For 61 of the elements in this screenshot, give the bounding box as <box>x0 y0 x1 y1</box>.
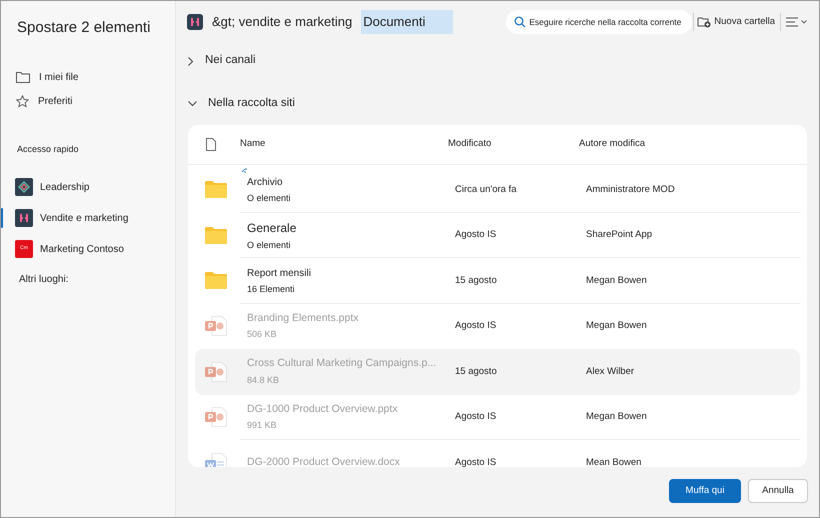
column-header[interactable]: Autore modifica <box>579 137 646 152</box>
table-cell-text: Circa un'ora fa <box>455 182 518 197</box>
presentation-file-icon <box>205 316 227 336</box>
site-item[interactable]: Vendite e marketing <box>15 209 128 227</box>
file-name: Branding Elements.pptx <box>247 310 360 326</box>
breadcrumb-current: Documenti <box>363 13 426 32</box>
star-icon <box>16 94 29 108</box>
presentation-file-icon <box>205 407 227 428</box>
search-icon <box>514 16 526 28</box>
table-cell: Megan Bowen <box>586 319 647 334</box>
search-field[interactable]: Eseguire ricerche nella raccolta corrente <box>506 10 692 34</box>
section-heading: Accesso rapido <box>16 142 80 156</box>
site-logo-icon <box>187 14 203 30</box>
nav-item[interactable]: I miei file <box>16 70 78 84</box>
table-cell: Amministratore MOD <box>586 182 675 197</box>
presentation-file-icon <box>205 362 227 382</box>
cancel-button[interactable]: Annulla <box>748 479 808 503</box>
table-cell-text: Agosto IS <box>455 410 498 424</box>
new-folder-button[interactable]: Nuova cartella <box>695 14 777 30</box>
folder-add-icon <box>697 16 712 28</box>
table-cell-text: Agosto IS <box>455 456 498 467</box>
file-name: DG-1000 Product Overview.pptx <box>247 402 399 417</box>
column-header[interactable]: Name <box>240 137 448 152</box>
item-detail: 506 KB <box>247 328 278 342</box>
table-cell-text: 15 agosto <box>455 364 498 379</box>
table-cell: Mean Bowen <box>586 456 642 467</box>
chevron-down-icon <box>188 101 197 107</box>
breadcrumb-link[interactable]: &gt; vendite e marketing <box>212 12 352 32</box>
caret-icon <box>801 20 807 24</box>
file-name[interactable]: Generale <box>247 218 455 236</box>
section-heading: Altri luoghi: <box>18 273 70 287</box>
table-cell: Megan Bowen <box>586 274 647 288</box>
file-name: Cross Cultural Marketing Campaigns.p... <box>247 356 438 372</box>
nav-item[interactable]: Preferiti <box>16 94 72 108</box>
table-cell: SharePoint App <box>586 228 652 242</box>
item-detail: 16 Elementi <box>247 282 296 296</box>
table-cell: Alex Wilber <box>586 364 634 379</box>
file-icon <box>206 138 216 151</box>
table-cell-text: Agosto IS <box>455 319 498 334</box>
table-cell-text: Agosto IS <box>455 228 498 242</box>
folder-icon <box>205 272 227 290</box>
chevron-right-icon <box>188 56 194 66</box>
item-detail: O elementi <box>247 238 292 252</box>
file-name[interactable]: Archivio <box>247 174 455 190</box>
section-toggle[interactable]: Nella raccolta siti <box>188 85 295 123</box>
column-header[interactable]: Modificato <box>448 137 579 152</box>
folder-icon <box>16 71 30 83</box>
table-cell: Megan Bowen <box>586 410 647 424</box>
file-name: DG-2000 Product Overview.docx <box>247 454 401 467</box>
file-name[interactable]: Report mensili <box>247 266 455 280</box>
move-here-button[interactable]: Muffa qui <box>669 479 741 503</box>
folder-icon <box>205 181 227 198</box>
item-detail: 84.8 KB <box>247 374 280 387</box>
list-icon <box>786 17 798 27</box>
site-item[interactable]: Leadership <box>15 178 90 196</box>
section-toggle[interactable]: Nei canali <box>188 42 256 80</box>
item-detail: O elementi <box>247 192 292 204</box>
folder-icon <box>205 226 227 244</box>
item-detail: 991 KB <box>247 419 278 432</box>
dialog-title: Spostare 2 elementi <box>16 18 152 38</box>
table-cell-text: 15 agosto <box>455 274 498 288</box>
